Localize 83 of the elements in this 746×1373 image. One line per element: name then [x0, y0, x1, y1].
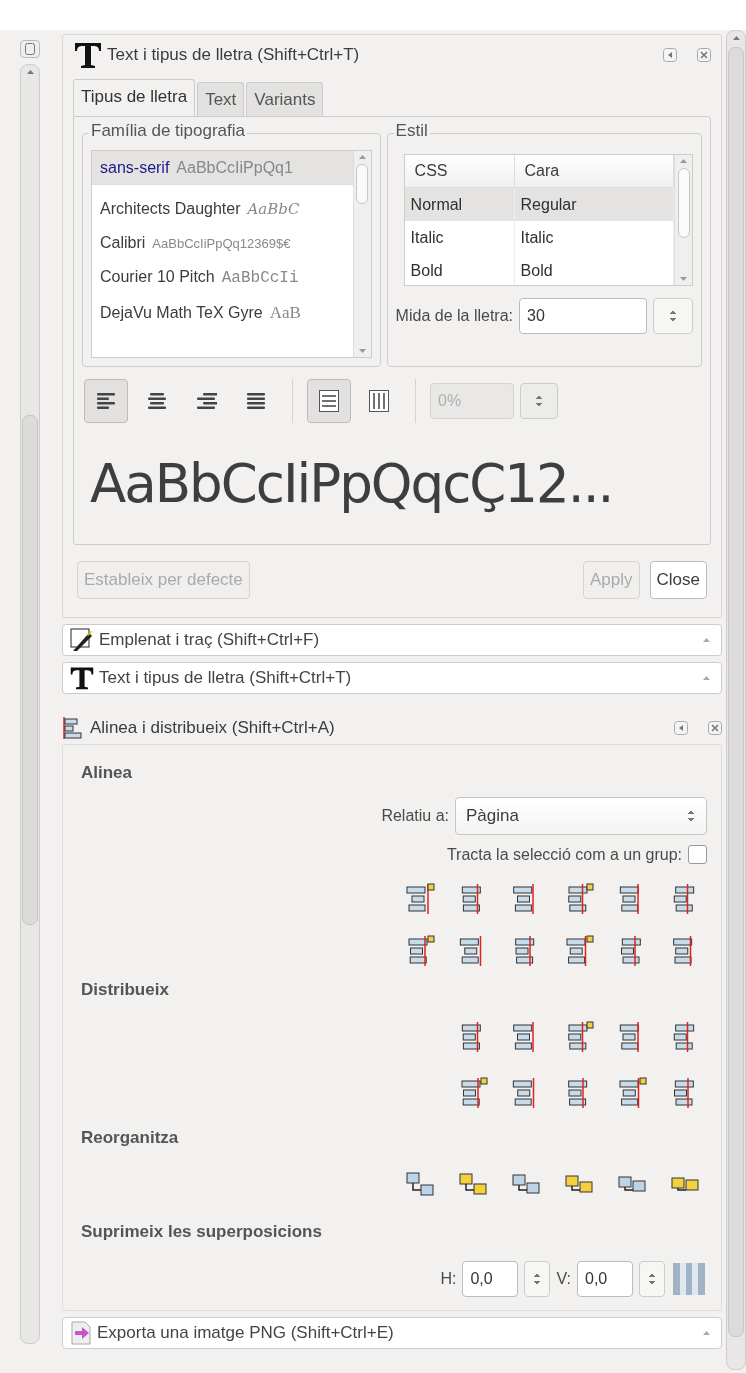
vertical-text-icon	[368, 389, 390, 413]
align-left-icon	[95, 391, 117, 411]
distribute-bars-icon	[616, 1077, 648, 1109]
v-label: V:	[556, 1270, 571, 1288]
spin-button[interactable]	[639, 1261, 665, 1297]
scroll-up-arrow-icon[interactable]	[25, 69, 35, 75]
pen-icon	[69, 627, 95, 653]
relative-select[interactable]: Pàgina	[455, 797, 707, 835]
scrollbar-thumb[interactable]	[22, 415, 38, 925]
group-label: Tracta la selecció com a un grup:	[446, 845, 682, 864]
tab[interactable]: Text	[197, 82, 245, 116]
section-heading: Distribueix	[81, 980, 169, 1000]
scroll-up-arrow-icon[interactable]	[357, 154, 367, 160]
font-sample: AaBbCcIiPpQq12369$€	[152, 236, 291, 251]
frame-legend: Família de tipografia	[89, 121, 248, 141]
scroll-up-arrow-icon[interactable]	[679, 158, 688, 164]
scrollbar[interactable]	[20, 64, 40, 1344]
scrollbar-thumb[interactable]	[677, 168, 690, 238]
table-cell[interactable]: Regular	[514, 188, 674, 221]
horizontal-text-icon	[318, 389, 340, 413]
panel-title: Alinea i distribueix (Shift+Ctrl+A)	[90, 718, 336, 738]
section-heading: Reorganitza	[81, 1128, 179, 1148]
collapsed-panel-bar[interactable]: Emplenat i traç (Shift+Ctrl+F)	[62, 624, 722, 656]
scrollbar-thumb[interactable]	[356, 164, 369, 204]
table-cell[interactable]: Normal	[404, 188, 515, 221]
scrollbar-thumb[interactable]	[728, 47, 744, 1337]
scroll-down-arrow-icon[interactable]	[357, 348, 367, 354]
overlap-icon	[672, 1262, 706, 1296]
font-sample: AaBbC	[247, 200, 300, 218]
tab[interactable]: Variants	[246, 82, 324, 116]
align-bars-icon	[404, 883, 436, 915]
font-sample: AaBbCcIi	[221, 269, 299, 287]
font-name: sans-serif	[100, 159, 170, 177]
close-icon[interactable]	[697, 48, 711, 62]
push-button[interactable]: Close	[649, 561, 707, 599]
font-name: DejaVu Math TeX Gyre	[100, 304, 263, 322]
font-name: Courier 10 Pitch	[100, 268, 215, 286]
section-heading: Alinea	[81, 763, 133, 783]
export-icon	[69, 1320, 93, 1346]
group-checkbox[interactable]	[688, 845, 707, 864]
table-scrollbar[interactable]	[674, 155, 692, 285]
spin-button[interactable]	[524, 1261, 551, 1297]
letter-t-icon	[69, 665, 95, 691]
font-preview: AaBbCcIiPpQqcÇ12...	[89, 452, 614, 516]
font-size-field[interactable]: 30	[519, 298, 647, 334]
column-header[interactable]: Cara	[514, 155, 674, 188]
panel-title: Emplenat i traç (Shift+Ctrl+F)	[99, 630, 321, 650]
section-heading: Suprimeix les superposicions	[81, 1222, 322, 1242]
panel-title: Text i tipus de lletra (Shift+Ctrl+T)	[107, 45, 361, 65]
spin-arrows-icon	[647, 1271, 657, 1287]
font-sample: AaB	[269, 303, 301, 323]
align-right-icon	[195, 391, 217, 411]
align-justify-icon	[245, 391, 267, 411]
spin-arrows-icon	[686, 808, 696, 824]
tab[interactable]: Tipus de lletra	[73, 79, 196, 116]
align-toggle-button[interactable]	[84, 379, 128, 423]
list-scrollbar[interactable]	[352, 151, 371, 357]
panel-title: Exporta una imatge PNG (Shift+Ctrl+E)	[97, 1323, 395, 1343]
relative-label: Relatiu a:	[381, 807, 449, 825]
scroll-down-arrow-icon[interactable]	[679, 276, 688, 282]
font-name: Architects Daughter	[100, 200, 241, 218]
collapsed-panel-bar[interactable]: Text i tipus de lletra (Shift+Ctrl+T)	[62, 662, 722, 694]
spin-arrows-icon	[532, 1271, 543, 1287]
scrollbar[interactable]	[726, 30, 746, 1370]
column-header[interactable]: CSS	[404, 155, 515, 188]
align-bars-icon	[563, 935, 595, 967]
h-label: H:	[440, 1270, 457, 1288]
spin-arrows-icon	[534, 393, 544, 409]
scroll-up-arrow-icon[interactable]	[731, 35, 741, 41]
font-sample: AaBbCcIiPpQq1	[176, 159, 293, 177]
page-icon	[25, 43, 35, 55]
panel-title: Text i tipus de lletra (Shift+Ctrl+T)	[99, 668, 353, 688]
v-field[interactable]: 0,0	[577, 1261, 633, 1297]
dock-button[interactable]	[20, 40, 40, 58]
font-name: Calibri	[100, 234, 146, 252]
font-size-label: Mida de la lletra:	[395, 307, 513, 325]
spin-arrows-icon	[668, 308, 678, 324]
letter-t-icon	[73, 40, 103, 70]
h-field[interactable]: 0,0	[462, 1261, 519, 1297]
align-center-icon	[145, 391, 167, 411]
collapsed-panel-bar[interactable]: Exporta una imatge PNG (Shift+Ctrl+E)	[62, 1317, 722, 1349]
orientation-toggle-button[interactable]	[307, 379, 351, 423]
close-icon[interactable]	[708, 721, 722, 735]
